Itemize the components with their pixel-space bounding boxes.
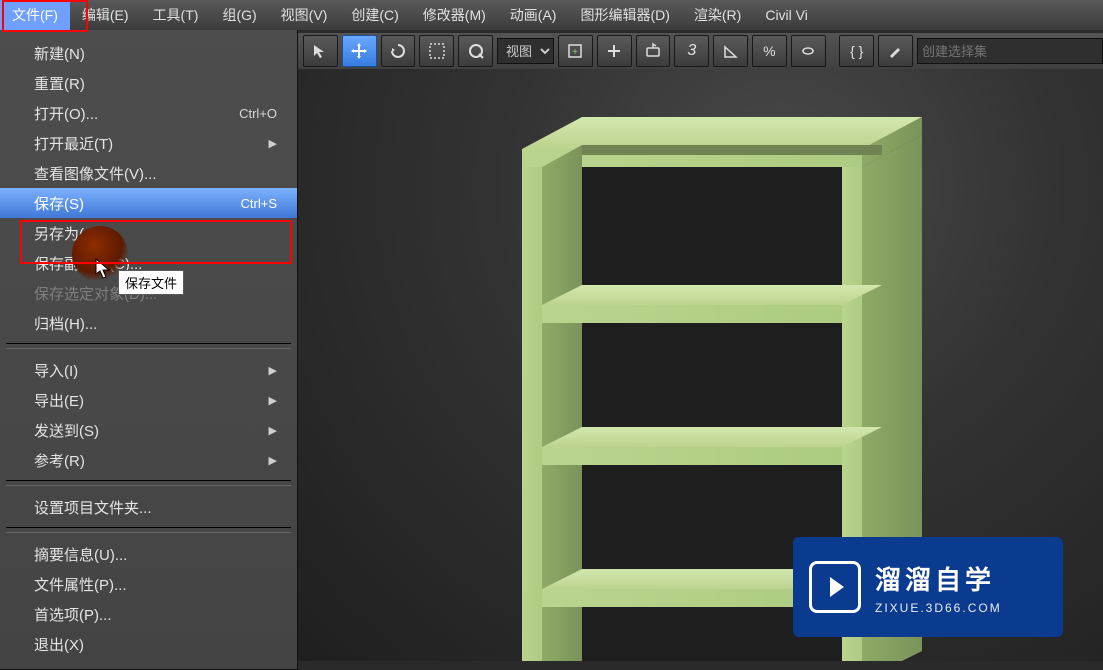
menu-item-reference[interactable]: 参考(R)▶ [0,445,297,475]
menu-item-save-as[interactable]: 另存为(A)... [0,218,297,248]
submenu-arrow-icon: ▶ [269,424,277,437]
menu-separator [6,485,291,486]
watermark-badge: 溜溜自学 ZIXUE.3D66.COM [793,537,1063,637]
reference-coord-select[interactable]: 视图 [497,38,554,64]
menu-item-open[interactable]: 打开(O)... Ctrl+O [0,98,297,128]
selection-set-input[interactable] [917,38,1103,64]
menu-separator [6,343,291,344]
menu-views[interactable]: 视图(V) [269,0,340,31]
use-center-icon[interactable]: + [558,35,593,67]
menu-create[interactable]: 创建(C) [339,0,410,31]
spinner-snap-icon[interactable] [791,35,826,67]
menu-item-save[interactable]: 保存(S) Ctrl+S [0,188,297,218]
rotate-tool-icon[interactable] [381,35,416,67]
move-tool-icon[interactable] [342,35,377,67]
menu-item-summary[interactable]: 摘要信息(U)... [0,539,297,569]
watermark-url: ZIXUE.3D66.COM [875,601,1002,615]
keyboard-shortcut-icon[interactable] [636,35,671,67]
menu-item-send-to[interactable]: 发送到(S)▶ [0,415,297,445]
arrow-tool-icon[interactable] [303,35,338,67]
submenu-arrow-icon: ▶ [269,454,277,467]
menu-item-file-props[interactable]: 文件属性(P)... [0,569,297,599]
named-set-icon[interactable]: { } [839,35,874,67]
menu-item-view-image[interactable]: 查看图像文件(V)... [0,158,297,188]
scale-tool-icon[interactable] [419,35,454,67]
menu-separator [6,348,291,349]
menu-tools[interactable]: 工具(T) [141,0,211,31]
menu-item-archive[interactable]: 归档(H)... [0,308,297,338]
menu-civil[interactable]: Civil Vi [753,1,820,29]
angle-snap-icon[interactable] [713,35,748,67]
menu-group[interactable]: 组(G) [210,0,268,31]
menu-item-exit[interactable]: 退出(X) [0,629,297,659]
main-toolbar: 视图 + 3 % { } [297,33,1103,69]
menu-item-open-recent[interactable]: 打开最近(T)▶ [0,128,297,158]
percent-snap-icon[interactable]: % [752,35,787,67]
menu-anim[interactable]: 动画(A) [498,0,569,31]
menu-item-new[interactable]: 新建(N) [0,38,297,68]
menu-item-set-project[interactable]: 设置项目文件夹... [0,492,297,522]
play-icon [809,561,861,613]
menu-modifier[interactable]: 修改器(M) [411,0,498,31]
menu-separator [6,480,291,481]
menu-item-save-selected: 保存选定对象(D)... [0,278,297,308]
menu-separator [6,532,291,533]
submenu-arrow-icon: ▶ [269,364,277,377]
menu-file[interactable]: 文件(F) [0,0,70,31]
menu-render[interactable]: 渲染(R) [682,0,753,31]
menu-item-save-copy[interactable]: 保存副本为(C)... [0,248,297,278]
menu-item-reset[interactable]: 重置(R) [0,68,297,98]
file-menu-dropdown: 新建(N) 重置(R) 打开(O)... Ctrl+O 打开最近(T)▶ 查看图… [0,30,298,670]
menu-item-import[interactable]: 导入(I)▶ [0,355,297,385]
main-menubar: 文件(F) 编辑(E) 工具(T) 组(G) 视图(V) 创建(C) 修改器(M… [0,0,1103,30]
submenu-arrow-icon: ▶ [269,137,277,150]
manipulate-icon[interactable] [597,35,632,67]
svg-text:+: + [572,47,578,58]
snap-toggle-icon[interactable]: 3 [674,35,709,67]
viewport[interactable]: 溜溜自学 ZIXUE.3D66.COM [297,69,1103,661]
submenu-arrow-icon: ▶ [269,394,277,407]
watermark-title: 溜溜自学 [875,560,1002,597]
menu-separator [6,527,291,528]
menu-edit[interactable]: 编辑(E) [70,0,141,31]
edit-set-icon[interactable] [878,35,913,67]
menu-graph[interactable]: 图形编辑器(D) [568,0,681,31]
menu-item-export[interactable]: 导出(E)▶ [0,385,297,415]
placement-tool-icon[interactable] [458,35,493,67]
menu-item-preferences[interactable]: 首选项(P)... [0,599,297,629]
